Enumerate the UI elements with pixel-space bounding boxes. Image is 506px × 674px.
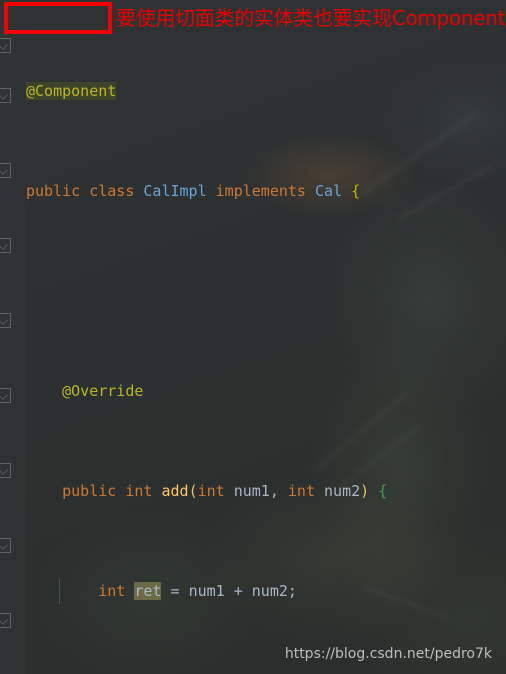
comma: , [269, 482, 279, 500]
brace-open-class: { [351, 182, 361, 200]
param-num1: num1 [233, 482, 270, 500]
operator-plus: + [233, 582, 243, 600]
code-line-5[interactable]: public int add(int num1, int num2) { [0, 479, 387, 504]
code-line-1[interactable]: @Component [0, 79, 387, 104]
code-editor-screenshot: @Component public class CalImpl implemen… [0, 0, 506, 674]
watermark-url: https://blog.csdn.net/pedro7k [284, 646, 492, 662]
code-line-4[interactable]: @Override [0, 379, 387, 404]
code-line-2[interactable]: public class CalImpl implements Cal { [0, 179, 387, 204]
keyword-public: public [62, 482, 117, 500]
method-name-add[interactable]: add [161, 482, 188, 500]
keyword-int: int [197, 482, 225, 500]
class-name-calimpl[interactable]: CalImpl [143, 182, 206, 200]
paren-close: ) [360, 482, 370, 500]
keyword-int: int [287, 482, 315, 500]
param-num2: num2 [251, 582, 288, 600]
code-line-6[interactable]: int ret = num1 + num2; [0, 579, 387, 604]
paren-open: ( [188, 482, 198, 500]
annotation-note-text: 要使用切面类的实体类也要实现Component注解 [116, 6, 506, 30]
annotation-override-add[interactable]: @Override [62, 382, 143, 400]
annotation-component[interactable]: @Component [26, 82, 116, 100]
interface-name-cal[interactable]: Cal [315, 182, 342, 200]
keyword-int: int [98, 582, 126, 600]
param-num1: num1 [188, 582, 225, 600]
keyword-class: class [89, 182, 135, 200]
variable-ret-highlighted[interactable]: ret [134, 582, 162, 600]
annotation-highlight-box [4, 2, 112, 34]
keyword-int: int [125, 482, 153, 500]
operator-assign: = [170, 582, 180, 600]
param-num2: num2 [324, 482, 361, 500]
indent-guide [59, 579, 60, 604]
keyword-public: public [26, 182, 81, 200]
code-line-3-blank [0, 279, 387, 304]
code-area[interactable]: @Component public class CalImpl implemen… [0, 0, 387, 674]
keyword-implements: implements [215, 182, 306, 200]
brace-open-add: { [378, 482, 388, 500]
semicolon: ; [287, 582, 297, 600]
